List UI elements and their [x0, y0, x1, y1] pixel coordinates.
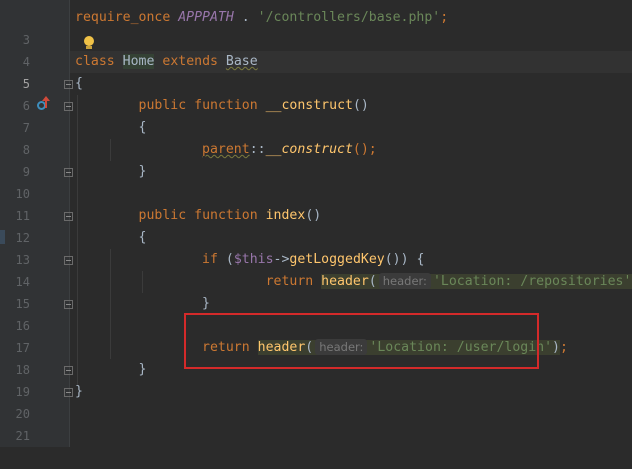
keyword: function: [194, 98, 258, 113]
fold-marker-icon[interactable]: [64, 168, 73, 177]
code-line-9[interactable]: 9 parent::__construct();: [0, 139, 632, 179]
overrides-arrow-icon: [42, 96, 50, 108]
method-name: __construct: [265, 98, 353, 113]
keyword: class: [75, 54, 115, 69]
code-line-12[interactable]: 12 public function index(): [0, 205, 632, 245]
keyword: if: [202, 252, 218, 267]
semicolon: ;: [440, 10, 449, 25]
parameter-hint: header:: [378, 273, 431, 289]
fold-marker-icon[interactable]: [64, 80, 73, 89]
method-call: __construct: [265, 142, 353, 157]
method-name: index: [265, 208, 306, 223]
brace: {: [75, 76, 83, 91]
line-number: 21: [15, 429, 30, 443]
code-line-3[interactable]: 3 require_once APPPATH . '/controllers/b…: [0, 7, 632, 47]
code-line-10[interactable]: 10 }: [0, 161, 632, 201]
brace: }: [138, 164, 147, 179]
class-name: Home: [122, 54, 155, 69]
annotation-highlight-box: [184, 313, 539, 369]
code-editor[interactable]: 3 require_once APPPATH . '/controllers/b…: [0, 0, 632, 447]
operator: .: [233, 10, 258, 25]
parens: (): [352, 98, 369, 113]
brace: }: [75, 384, 83, 399]
keyword: function: [194, 208, 258, 223]
method-call: getLoggedKey: [289, 252, 385, 267]
keyword: public: [138, 98, 187, 113]
constant: APPPATH: [178, 10, 234, 25]
paren: ): [552, 340, 560, 355]
semicolon: ;: [560, 340, 568, 355]
condition-end: ()) {: [384, 252, 425, 267]
parent-class-name: Base: [225, 54, 258, 69]
scope-operator: ::: [249, 142, 266, 157]
code-line-15[interactable]: 15 return header(header: 'Location: /repo…: [0, 271, 632, 311]
code-line-6[interactable]: 6 {: [0, 73, 632, 113]
paren: (: [368, 274, 377, 289]
code-line-11[interactable]: 11: [0, 183, 632, 223]
fold-marker-icon[interactable]: [64, 366, 73, 375]
code-line-21[interactable]: 21: [0, 403, 632, 443]
code-line-14[interactable]: 14 if ($this->getLoggedKey()) {: [0, 249, 632, 289]
code-line-4[interactable]: 4: [0, 29, 632, 69]
code-line-13[interactable]: 13 {: [0, 227, 632, 267]
brace: {: [138, 230, 147, 245]
variable: $this: [233, 252, 274, 267]
fold-marker-icon[interactable]: [64, 388, 73, 397]
paren: (: [217, 252, 234, 267]
code-line-5[interactable]: 5 class Home extends Base: [0, 51, 632, 91]
fold-marker-icon[interactable]: [64, 256, 73, 265]
keyword: public: [138, 208, 187, 223]
code-line-16[interactable]: 16 }: [0, 293, 632, 333]
string-literal: '/controllers/base.php': [257, 10, 441, 25]
arrow-operator: ->: [273, 252, 290, 267]
string-literal: 'Location: /repositories': [432, 274, 632, 289]
brace: {: [138, 120, 147, 135]
fold-marker-icon[interactable]: [64, 300, 73, 309]
keyword: return: [265, 274, 314, 289]
fold-marker-icon[interactable]: [64, 102, 73, 111]
keyword: require_once: [75, 10, 171, 25]
code-line-20[interactable]: 20 }: [0, 381, 632, 421]
fold-marker-icon[interactable]: [64, 212, 73, 221]
code-line-7[interactable]: 7 public function __construct(): [0, 95, 632, 135]
brace: }: [202, 296, 210, 311]
lightbulb-icon[interactable]: [84, 36, 94, 46]
parens: (): [305, 208, 322, 223]
function-call: header: [321, 274, 369, 289]
brace: }: [138, 362, 147, 377]
keyword: parent: [202, 142, 250, 157]
keyword: extends: [162, 54, 218, 69]
call-end: ();: [352, 142, 377, 157]
code-line-8[interactable]: 8 {: [0, 117, 632, 157]
lightbulb-icon-base: [86, 46, 92, 49]
